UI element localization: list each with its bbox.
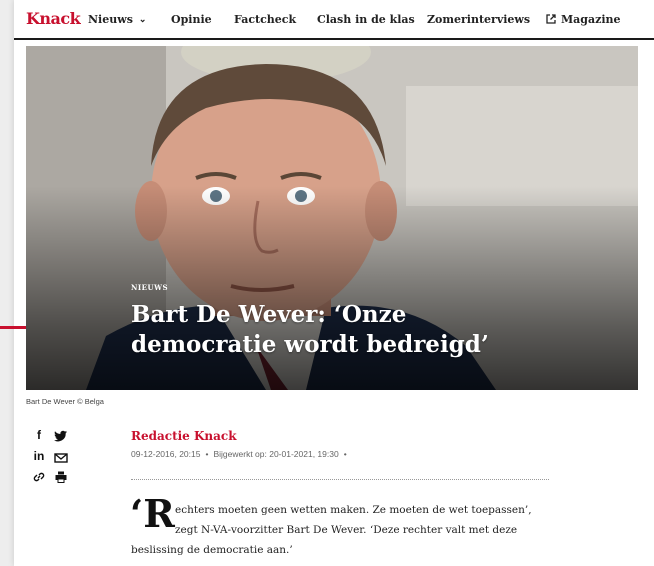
twitter-icon[interactable] (54, 429, 68, 443)
external-link-icon (546, 14, 556, 24)
nav-item-magazine[interactable]: Magazine (546, 13, 621, 26)
nav-item-clash-in-de-klas[interactable]: Clash in de klas (317, 13, 415, 26)
nav-item-zomerinterviews[interactable]: Zomerinterviews (427, 13, 530, 26)
nav-item-nieuws[interactable]: Nieuws ⌄ (88, 13, 146, 26)
nav-item-magazine-label: Magazine (561, 13, 621, 26)
author-link[interactable]: Redactie Knack (131, 429, 237, 443)
knack-logo[interactable]: Knack (26, 9, 81, 28)
nav-item-nieuws-label: Nieuws (88, 13, 133, 26)
lead-line-3: beslissing de democratie aan.’ (131, 544, 293, 556)
linkedin-icon[interactable]: in (32, 449, 46, 463)
accent-bar (0, 326, 26, 329)
lead-line-1: echters moeten geen wetten maken. Ze moe… (175, 504, 532, 516)
hero-image[interactable]: NIEUWS Bart De Wever: ‘Onze democratie w… (26, 46, 638, 390)
mail-icon[interactable] (54, 451, 68, 465)
meta-separator: • (205, 449, 209, 459)
facebook-icon[interactable]: f (32, 428, 46, 442)
print-icon[interactable] (54, 470, 68, 484)
page: Knack Nieuws ⌄ Opinie Factcheck Clash in … (14, 0, 654, 566)
article-title: Bart De Wever: ‘Onze democratie wordt be… (131, 300, 551, 360)
lead-line-2: zegt N-VA-voorzitter Bart De Wever. ‘Dez… (175, 524, 518, 536)
chevron-down-icon: ⌄ (138, 15, 147, 25)
article-meta: 09-12-2016, 20:15 • Bijgewerkt op: 20-01-2… (131, 449, 352, 459)
nav-item-factcheck[interactable]: Factcheck (234, 13, 296, 26)
image-caption: Bart De Wever © Belga (26, 397, 104, 406)
article-title-line-1: Bart De Wever: ‘Onze (131, 301, 407, 328)
top-navigation: Knack Nieuws ⌄ Opinie Factcheck Clash in … (14, 0, 654, 40)
category-label[interactable]: NIEUWS (131, 283, 168, 292)
meta-separator: • (343, 449, 347, 459)
divider (131, 479, 549, 480)
link-icon[interactable] (32, 470, 46, 484)
publish-date: 09-12-2016, 20:15 (131, 449, 201, 459)
nav-item-opinie[interactable]: Opinie (171, 13, 212, 26)
article-title-line-2: democratie wordt bedreigd’ (131, 331, 489, 358)
article-lead: echters moeten geen wetten maken. Ze moe… (131, 500, 551, 560)
updated-date: Bijgewerkt op: 20-01-2021, 19:30 (213, 449, 339, 459)
